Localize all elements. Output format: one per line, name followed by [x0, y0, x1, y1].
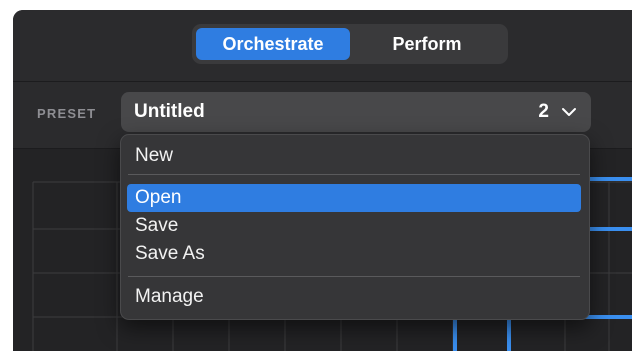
- preset-name: Untitled: [134, 101, 205, 122]
- mode-segmented-control: Orchestrate Perform: [192, 24, 508, 64]
- preset-menu: New Open Save Save As Manage: [120, 134, 590, 320]
- menu-item-open[interactable]: Open: [127, 184, 581, 212]
- menu-divider: [128, 174, 580, 175]
- menu-item-manage[interactable]: Manage: [127, 283, 581, 311]
- menu-divider: [128, 276, 580, 277]
- preset-dropdown[interactable]: Untitled 2: [121, 92, 591, 132]
- preset-label: PRESET: [37, 106, 97, 121]
- app-window: Orchestrate Perform PRESET Untitled 2 Ne…: [13, 10, 632, 351]
- menu-item-new[interactable]: New: [127, 142, 581, 170]
- tab-perform[interactable]: Perform: [350, 28, 504, 60]
- chevron-down-icon: [562, 108, 576, 116]
- menu-item-save[interactable]: Save: [127, 212, 581, 240]
- preset-count: 2: [538, 101, 549, 122]
- tab-orchestrate[interactable]: Orchestrate: [196, 28, 350, 60]
- menu-item-save-as[interactable]: Save As: [127, 240, 581, 268]
- top-toolbar: Orchestrate Perform: [13, 10, 632, 82]
